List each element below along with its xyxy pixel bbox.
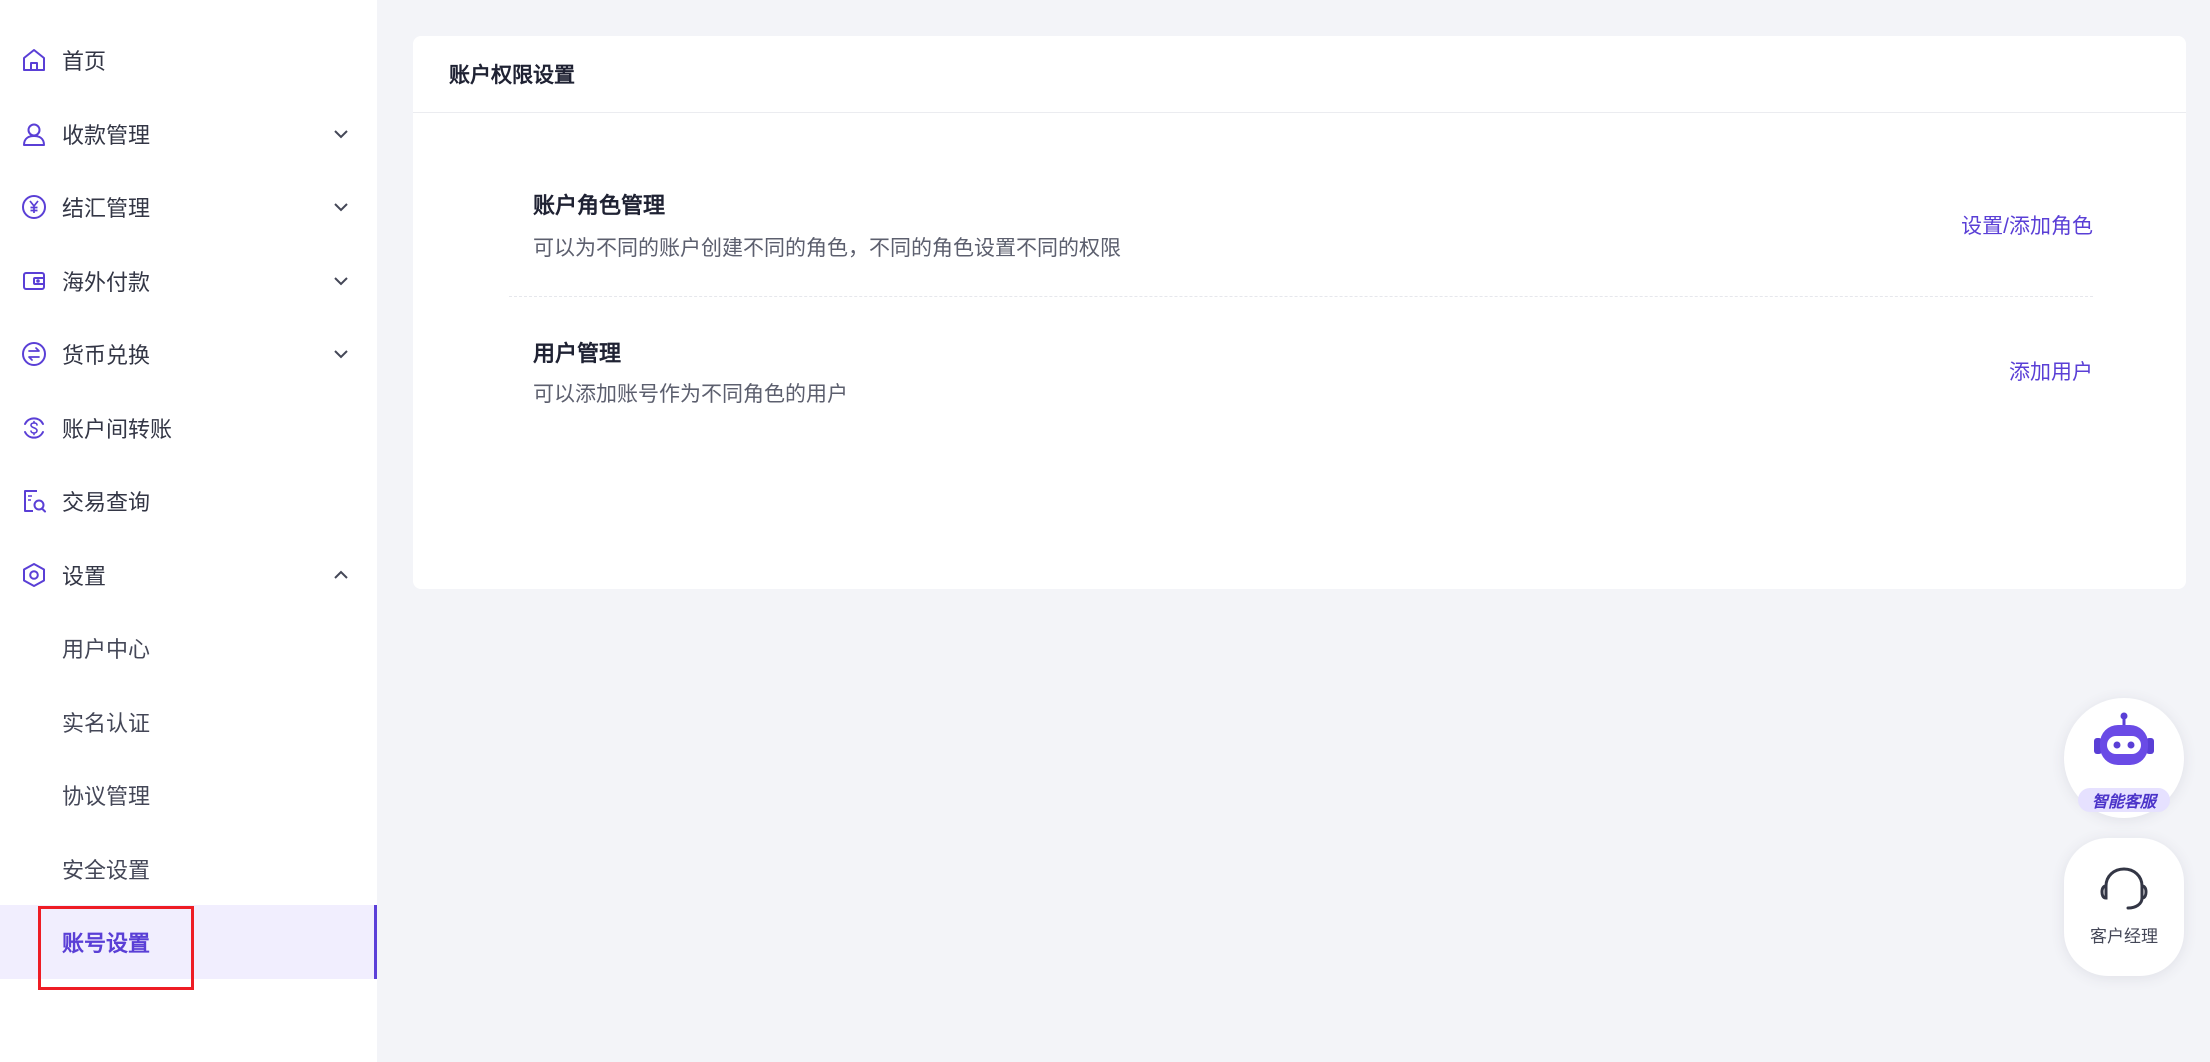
user-icon <box>20 120 48 148</box>
sidebar-item-label: 首页 <box>62 49 107 74</box>
transaction-search-icon <box>20 487 48 515</box>
set-add-role-link[interactable]: 设置/添加角色 <box>1961 210 2093 240</box>
account-permission-card: 账户权限设置 账户角色管理 可以为不同的账户创建不同的角色，不同的角色设置不同的… <box>413 36 2186 589</box>
row-divider <box>509 296 2093 297</box>
robot-icon <box>2092 712 2156 779</box>
sidebar-subitem-label: 实名认证 <box>62 711 151 736</box>
headset-icon <box>2098 864 2150 919</box>
add-user-link[interactable]: 添加用户 <box>2009 356 2093 386</box>
page-title: 账户权限设置 <box>449 64 575 87</box>
chevron-up-icon[interactable] <box>330 564 352 586</box>
sidebar-subitem-label: 账号设置 <box>62 931 151 956</box>
sidebar-subitem-user-center[interactable]: 用户中心 <box>0 611 377 685</box>
chevron-down-icon[interactable] <box>330 270 352 292</box>
assistant-badge: 智能客服 <box>2078 788 2170 812</box>
sidebar-item-settings[interactable]: 设置 <box>0 538 377 612</box>
sidebar-subitem-label: 安全设置 <box>62 858 151 883</box>
sidebar-subitem-agreement-management[interactable]: 协议管理 <box>0 758 377 832</box>
sidebar-item-collections[interactable]: 收款管理 <box>0 97 377 171</box>
sidebar-item-label: 结汇管理 <box>62 196 151 221</box>
card-header: 账户权限设置 <box>413 36 2186 113</box>
sidebar-item-label: 设置 <box>62 564 107 589</box>
wallet-icon <box>20 267 48 295</box>
sidebar-item-label: 交易查询 <box>62 490 151 515</box>
sidebar-item-home[interactable]: 首页 <box>0 23 377 97</box>
manager-label: 客户经理 <box>2090 927 2158 946</box>
home-icon <box>20 46 48 74</box>
row-description: 可以为不同的账户创建不同的角色，不同的角色设置不同的权限 <box>533 237 1121 260</box>
sidebar-subitem-security-settings[interactable]: 安全设置 <box>0 832 377 906</box>
exchange-icon <box>20 340 48 368</box>
sidebar-subitem-real-name-verification[interactable]: 实名认证 <box>0 685 377 759</box>
role-management-row: 账户角色管理 可以为不同的账户创建不同的角色，不同的角色设置不同的权限 设置/添… <box>509 186 2093 296</box>
settings-icon <box>20 561 48 589</box>
chevron-down-icon[interactable] <box>330 343 352 365</box>
sidebar-item-label: 收款管理 <box>62 123 151 148</box>
sidebar-item-currency-exchange[interactable]: 货币兑换 <box>0 317 377 391</box>
sidebar-item-overseas-payment[interactable]: 海外付款 <box>0 244 377 318</box>
sidebar-subitem-label: 协议管理 <box>62 784 151 809</box>
sidebar-item-account-transfer[interactable]: 账户间转账 <box>0 391 377 465</box>
sidebar-item-label: 海外付款 <box>62 270 151 295</box>
sidebar-item-transaction-query[interactable]: 交易查询 <box>0 464 377 538</box>
active-indicator <box>374 905 377 979</box>
chevron-down-icon[interactable] <box>330 196 352 218</box>
row-description: 可以添加账号作为不同角色的用户 <box>533 383 848 406</box>
row-title: 用户管理 <box>533 341 622 366</box>
sidebar-subitem-account-settings[interactable]: 账号设置 <box>0 905 377 979</box>
chevron-down-icon[interactable] <box>330 123 352 145</box>
sidebar-item-label: 账户间转账 <box>62 417 173 442</box>
sidebar-item-label: 货币兑换 <box>62 343 151 368</box>
user-management-row: 用户管理 可以添加账号作为不同角色的用户 添加用户 <box>509 334 2093 444</box>
yen-icon <box>20 193 48 221</box>
sidebar-item-settlement[interactable]: 结汇管理 <box>0 170 377 244</box>
smart-customer-service-button[interactable]: 智能客服 <box>2064 698 2184 818</box>
account-manager-button[interactable]: 客户经理 <box>2064 838 2184 976</box>
sidebar-subitem-label: 用户中心 <box>62 637 151 662</box>
row-title: 账户角色管理 <box>533 193 666 218</box>
dollar-transfer-icon <box>20 414 48 442</box>
sidebar: 首页 收款管理 结汇管理 海外付款 货币兑换 账户间转账 交易查询 设置 用户中… <box>0 0 377 1062</box>
